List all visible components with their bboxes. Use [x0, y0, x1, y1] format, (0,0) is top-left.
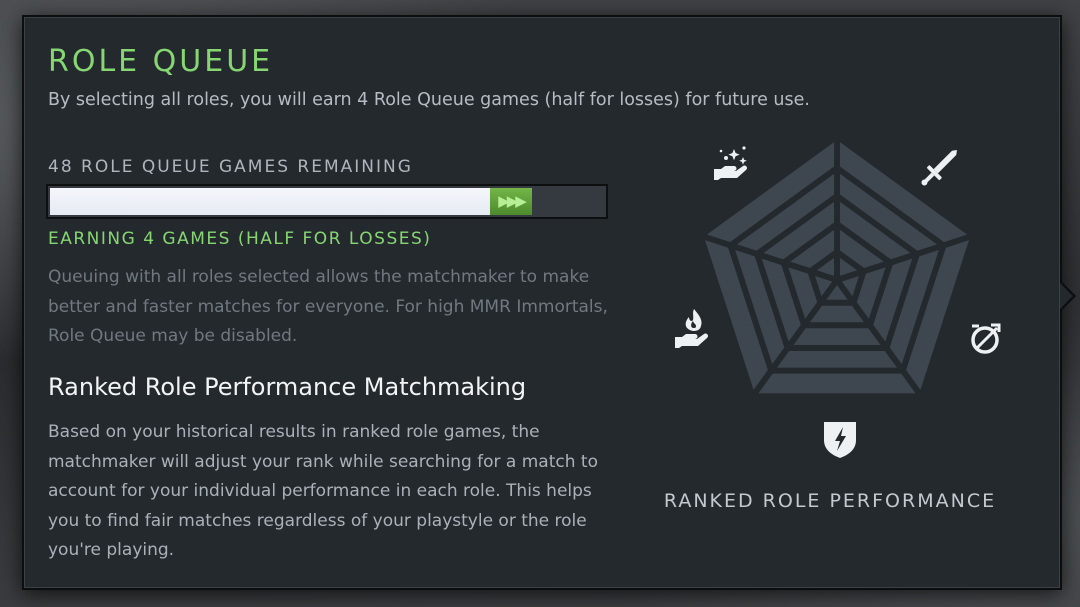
ranked-performance-heading: Ranked Role Performance Matchmaking	[48, 373, 527, 401]
sword-icon	[921, 150, 957, 186]
role-queue-progress-bar: ▶▶▶	[46, 184, 608, 219]
progress-earning-segment: ▶▶▶	[490, 188, 532, 215]
flame-hand-icon	[675, 309, 708, 348]
role-queue-subtitle: By selecting all roles, you will earn 4 …	[48, 90, 810, 110]
earning-arrows-icon: ▶▶▶	[498, 192, 527, 210]
role-queue-description: Queuing with all roles selected allows t…	[48, 267, 608, 346]
target-icon	[971, 323, 1001, 354]
role-queue-title: ROLE QUEUE	[48, 44, 274, 79]
earning-games-label: EARNING 4 GAMES (HALF FOR LOSSES)	[48, 229, 432, 249]
shield-bolt-icon	[824, 422, 856, 458]
games-remaining-label: 48 ROLE QUEUE GAMES REMAINING	[48, 157, 413, 177]
tooltip-pointer-fill	[1060, 283, 1073, 309]
sparkle-hand-icon	[714, 146, 747, 180]
ranked-role-performance-label: RANKED ROLE PERFORMANCE	[663, 490, 997, 512]
ranked-performance-body: Based on your historical results in rank…	[48, 422, 598, 560]
progress-current-fill	[50, 188, 490, 215]
ranked-role-performance-radar	[675, 140, 1001, 458]
